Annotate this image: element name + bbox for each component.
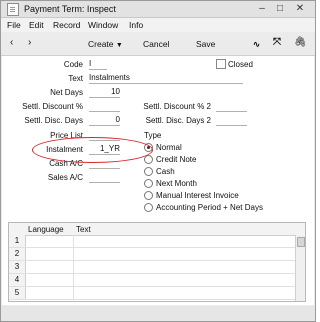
settl-disc-days-field[interactable]: 0: [89, 115, 120, 126]
window-icon: [7, 3, 19, 16]
settl-discount-label: Settl. Discount %: [22, 102, 83, 111]
row-number: 1: [9, 235, 26, 247]
type-normal-label: Normal: [156, 143, 182, 152]
toolbar: ‹ › Create ▼ Cancel Save ∿ ⤧ 🖇: [1, 33, 315, 56]
type-manual-interest-label: Manual Interest Invoice: [156, 191, 239, 200]
type-credit-note-radio[interactable]: [144, 155, 153, 164]
code-label: Code: [63, 60, 83, 69]
settl-discount2-field[interactable]: [216, 101, 247, 112]
settl-disc-days-label: Settl. Disc. Days: [24, 116, 83, 125]
menu-record[interactable]: Record: [53, 20, 80, 30]
column-language: Language: [28, 225, 64, 234]
menu-bar: File Edit Record Window Info: [1, 18, 315, 32]
title-bar: Payment Term: Inspect – □ ✕: [1, 1, 315, 18]
menu-info[interactable]: Info: [129, 20, 143, 30]
type-accounting-period-radio[interactable]: [144, 203, 153, 212]
settl-disc-days2-field[interactable]: [216, 115, 247, 126]
create-label: Create: [88, 39, 114, 49]
sales-ac-label: Sales A/C: [47, 173, 83, 182]
activity-icon[interactable]: ∿: [253, 39, 260, 50]
dropdown-arrow-icon: ▼: [115, 42, 123, 49]
payment-term-window: Payment Term: Inspect – □ ✕ File Edit Re…: [0, 0, 316, 322]
row-number: 4: [9, 274, 26, 286]
type-manual-interest-radio[interactable]: [144, 191, 153, 200]
settl-disc-days2-label: Settl. Disc. Days 2: [145, 116, 211, 125]
menu-file[interactable]: File: [7, 20, 21, 30]
highlight-oval: [32, 137, 153, 163]
type-cash-label: Cash: [156, 167, 175, 176]
text-field[interactable]: Instalments: [89, 73, 243, 84]
type-cash-radio[interactable]: [144, 167, 153, 176]
code-field[interactable]: I: [89, 59, 107, 70]
scroll-thumb[interactable]: [297, 237, 305, 247]
table-row[interactable]: 5: [9, 287, 295, 300]
type-label: Type: [144, 131, 162, 140]
previous-record-icon[interactable]: ‹: [10, 37, 13, 48]
net-days-field[interactable]: 10: [89, 87, 120, 98]
type-credit-note-label: Credit Note: [156, 155, 197, 164]
create-button[interactable]: Create ▼: [88, 39, 123, 49]
expand-icon[interactable]: ⤧: [273, 37, 281, 48]
net-days-label: Net Days: [50, 88, 83, 97]
type-next-month-label: Next Month: [156, 179, 197, 188]
type-accounting-period-label: Accounting Period + Net Days: [156, 203, 263, 212]
settl-discount2-label: Settl. Discount % 2: [143, 102, 211, 111]
table-row[interactable]: 2: [9, 248, 295, 261]
menu-window[interactable]: Window: [88, 20, 118, 30]
row-number: 5: [9, 287, 26, 299]
column-text: Text: [76, 225, 91, 234]
maximize-button[interactable]: □: [273, 2, 287, 15]
settl-discount-field[interactable]: [89, 101, 120, 112]
closed-checkbox[interactable]: [216, 59, 226, 69]
table-row[interactable]: 1: [9, 235, 295, 248]
cancel-button[interactable]: Cancel: [143, 39, 169, 49]
window-title: Payment Term: Inspect: [24, 4, 116, 14]
attach-icon[interactable]: 🖇: [294, 37, 307, 48]
status-bar: [1, 306, 315, 321]
grid-scrollbar[interactable]: [295, 235, 305, 301]
table-row[interactable]: 3: [9, 261, 295, 274]
closed-label: Closed: [228, 60, 253, 69]
language-text-grid: Language Text 1 2 3 4 5: [8, 222, 306, 302]
save-button[interactable]: Save: [196, 39, 215, 49]
type-next-month-radio[interactable]: [144, 179, 153, 188]
minimize-button[interactable]: –: [255, 2, 269, 15]
next-record-icon[interactable]: ›: [28, 37, 31, 48]
text-label: Text: [68, 74, 83, 83]
sales-ac-field[interactable]: [89, 172, 120, 183]
menu-edit[interactable]: Edit: [29, 20, 44, 30]
row-number: 3: [9, 261, 26, 273]
row-number: 2: [9, 248, 26, 260]
close-button[interactable]: ✕: [293, 2, 307, 15]
table-row[interactable]: 4: [9, 274, 295, 287]
